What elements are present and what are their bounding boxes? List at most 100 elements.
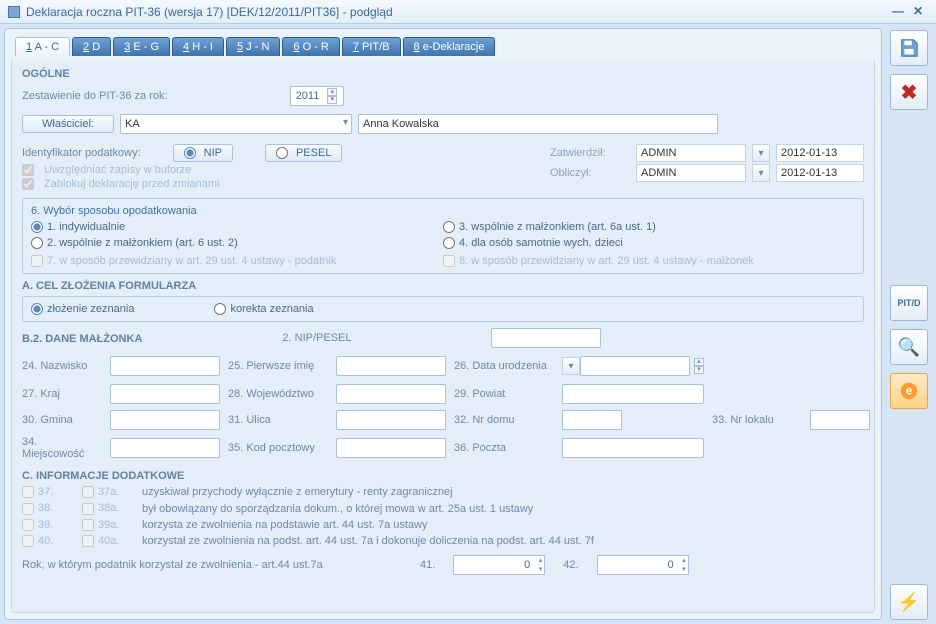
- tab-7[interactable]: 7 PIT/B: [342, 37, 401, 56]
- pitd-label: PIT/D: [897, 298, 920, 308]
- f42-input[interactable]: 0: [597, 555, 689, 575]
- f28-label: 28. Województwo: [228, 388, 328, 400]
- calc-date: 2012-01-13: [776, 164, 864, 182]
- c38a: 38a.: [82, 502, 142, 514]
- owner-name-input[interactable]: [358, 114, 718, 134]
- c38-text: był obowiązany do sporządzania dokum., o…: [142, 503, 864, 515]
- approved-by-dropdown[interactable]: ▾: [752, 144, 770, 162]
- f26-dropdown[interactable]: ▾: [562, 357, 580, 375]
- save-button[interactable]: [890, 30, 928, 66]
- f33-input[interactable]: [810, 410, 870, 430]
- f31-input[interactable]: [336, 410, 446, 430]
- section-a-header: A. CEL ZŁOŻENIA FORMULARZA: [22, 280, 864, 292]
- opt-submit[interactable]: złożenie zeznania: [31, 303, 134, 315]
- f2-input[interactable]: [491, 328, 601, 348]
- chk-buffer: [22, 164, 34, 176]
- calc-by-label: Obliczył:: [550, 167, 630, 179]
- f2-label: 2. NIP/PESEL: [282, 332, 351, 344]
- cancel-button[interactable]: ✖: [890, 74, 928, 110]
- minimize-button[interactable]: —: [888, 4, 908, 20]
- e-icon: e: [898, 380, 920, 402]
- tab-3[interactable]: 3 E - G: [113, 37, 170, 56]
- title-bar: Deklaracja roczna PIT-36 (wersja 17) [DE…: [0, 0, 936, 24]
- f30-label: 30. Gmina: [22, 414, 102, 426]
- pitd-button[interactable]: PIT/D: [890, 285, 928, 321]
- f28-input[interactable]: [336, 384, 446, 404]
- opt-single-parent[interactable]: 4. dla osób samotnie wych. dzieci: [443, 237, 855, 249]
- search-button[interactable]: 🔍: [890, 329, 928, 365]
- c37a: 37a.: [82, 486, 142, 498]
- lightning-icon: ⚡: [898, 592, 920, 613]
- f26-input[interactable]: [580, 356, 690, 376]
- tab-2[interactable]: 2 D: [72, 37, 111, 56]
- section-taxation-title: 6. Wybór sposobu opodatkowania: [31, 205, 855, 217]
- lightning-button[interactable]: ⚡: [890, 584, 928, 620]
- f32-label: 32. Nr domu: [454, 414, 554, 426]
- opt-individually[interactable]: 1. indywidualnie: [31, 221, 443, 233]
- f30-input[interactable]: [110, 410, 220, 430]
- edeklaracje-button[interactable]: e: [890, 373, 928, 409]
- f27-input[interactable]: [110, 384, 220, 404]
- approved-by-label: Zatwierdził:: [550, 147, 630, 159]
- c39a: 39a.: [82, 519, 142, 531]
- approved-by-user: ADMIN: [636, 144, 746, 162]
- tab-bar: 1 A - C 2 D 3 E - G 4 H - I 5 J - N 6 O …: [15, 37, 871, 56]
- section-b2-header: B.2. DANE MAŁŻONKA: [22, 333, 142, 345]
- magnifier-icon: 🔍: [898, 337, 920, 358]
- close-icon: ✖: [901, 80, 918, 105]
- opt-spouse-6a[interactable]: 3. wspólnie z małżonkiem (art. 6a ust. 1…: [443, 221, 855, 233]
- f35-label: 35. Kod pocztowy: [228, 442, 328, 454]
- opt-spouse-6[interactable]: 2. wspólnie z małżonkiem (art. 6 ust. 2): [31, 237, 443, 249]
- f24-label: 24. Nazwisko: [22, 360, 102, 372]
- f29-label: 29. Powiat: [454, 388, 554, 400]
- approved-date: 2012-01-13: [776, 144, 864, 162]
- section-c-header: C. INFORMACJE DODATKOWE: [22, 470, 864, 482]
- c40a: 40a.: [82, 535, 142, 547]
- c40: 40.: [22, 535, 82, 547]
- f27-label: 27. Kraj: [22, 388, 102, 400]
- tab-4[interactable]: 4 H - I: [172, 37, 224, 56]
- year-spinner[interactable]: 2011 ▴▾: [290, 86, 344, 106]
- f24-input[interactable]: [110, 356, 220, 376]
- close-button[interactable]: ✕: [908, 4, 928, 20]
- f36-label: 36. Poczta: [454, 442, 554, 454]
- section-general-header: OGÓLNE: [22, 68, 864, 80]
- calc-by-dropdown[interactable]: ▾: [752, 164, 770, 182]
- tab-8[interactable]: 8 e-Deklaracje: [403, 37, 496, 56]
- calc-by-user: ADMIN: [636, 164, 746, 182]
- owner-code-combo[interactable]: KA: [120, 114, 352, 134]
- window-title: Deklaracja roczna PIT-36 (wersja 17) [DE…: [26, 5, 393, 19]
- f42-label: 42.: [563, 559, 578, 571]
- c38: 38.: [22, 502, 82, 514]
- opt-correction[interactable]: korekta zeznania: [214, 303, 313, 315]
- f32-input[interactable]: [562, 410, 622, 430]
- c39: 39.: [22, 519, 82, 531]
- f35-input[interactable]: [336, 438, 446, 458]
- owner-button[interactable]: Właściciel:: [22, 115, 114, 133]
- c40-text: korzystał ze zwolnienia na podst. art. 4…: [142, 535, 864, 547]
- tab-5[interactable]: 5 J - N: [226, 37, 280, 56]
- f41-label: 41.: [420, 559, 435, 571]
- f25-input[interactable]: [336, 356, 446, 376]
- save-icon: [898, 37, 920, 59]
- tab-1[interactable]: 1 A - C: [15, 37, 70, 56]
- f29-input[interactable]: [562, 384, 704, 404]
- c-footer-label: Rok, w którym podatnik korzystał ze zwol…: [22, 559, 402, 571]
- f34-input[interactable]: [110, 438, 220, 458]
- c39-text: korzysta ze zwolnienia na podstawie art.…: [142, 519, 864, 531]
- app-icon: [8, 6, 20, 18]
- f36-input[interactable]: [562, 438, 704, 458]
- section-taxation: 6. Wybór sposobu opodatkowania 1. indywi…: [22, 198, 864, 274]
- tab-6[interactable]: 6 O - R: [282, 37, 339, 56]
- chk-art29-taxpayer: 7. w sposób przewidziany w art. 29 ust. …: [31, 255, 443, 267]
- c37-text: uzyskiwał przychody wyłącznie z emerytur…: [142, 486, 864, 498]
- ident-pesel-option[interactable]: PESEL: [265, 144, 342, 162]
- ident-label: Identyfikator podatkowy:: [22, 147, 141, 159]
- ident-nip-option[interactable]: NIP: [173, 144, 233, 162]
- f41-input[interactable]: 0: [453, 555, 545, 575]
- f31-label: 31. Ulica: [228, 414, 328, 426]
- chk-lock: [22, 178, 34, 190]
- f26-label: 26. Data urodzenia: [454, 360, 554, 372]
- svg-text:e: e: [906, 384, 913, 398]
- f34-label: 34. Miejscowość: [22, 436, 102, 460]
